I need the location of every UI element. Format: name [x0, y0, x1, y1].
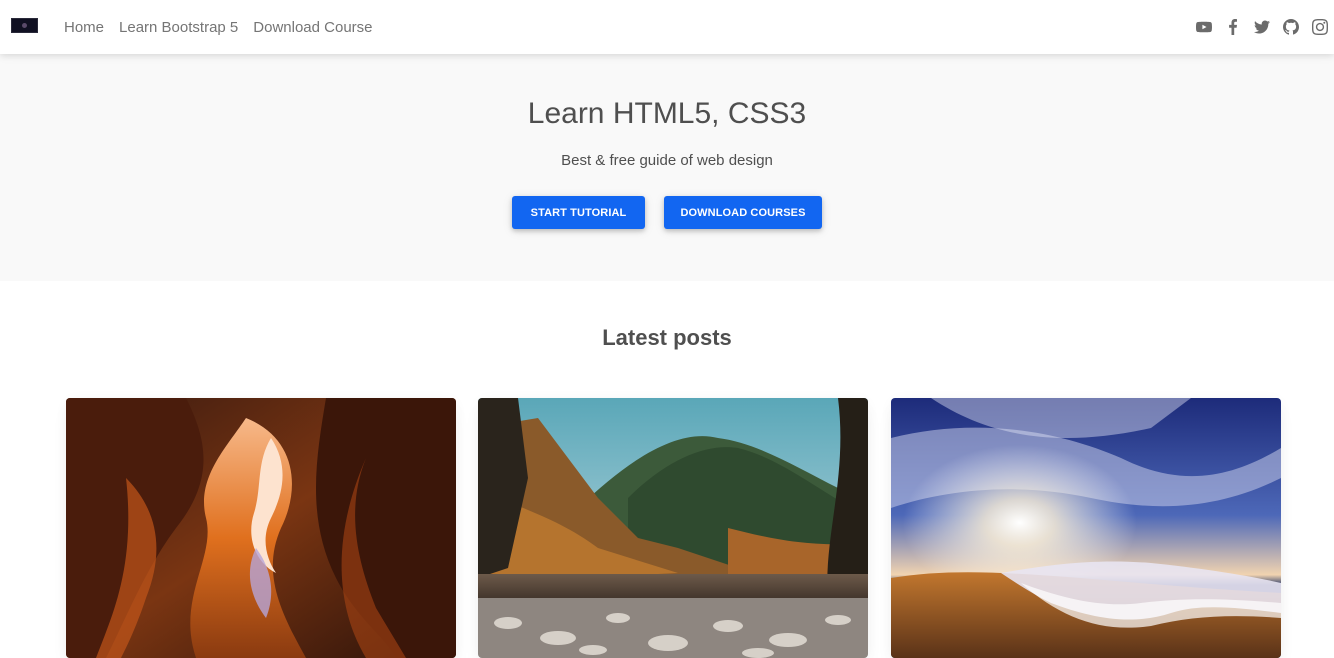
nav-link-learn-bootstrap[interactable]: Learn Bootstrap 5 — [119, 19, 238, 36]
hero-buttons: START TUTORIAL DOWNLOAD COURSES — [0, 196, 1334, 229]
hero-title: Learn HTML5, CSS3 — [527, 97, 807, 130]
canyon-photo — [66, 398, 456, 658]
nav-link-home[interactable]: Home — [64, 19, 104, 36]
post-card-canyon[interactable] — [66, 398, 456, 658]
hero-section: Learn HTML5, CSS3 Best & free guide of w… — [0, 54, 1334, 281]
brand-logo[interactable] — [11, 18, 38, 33]
download-courses-button[interactable]: DOWNLOAD COURSES — [664, 196, 822, 229]
start-tutorial-button[interactable]: START TUTORIAL — [512, 196, 645, 229]
nav-links: Home Learn Bootstrap 5 Download Course — [64, 0, 388, 54]
twitter-icon[interactable] — [1254, 19, 1270, 35]
navbar: Home Learn Bootstrap 5 Download Course — [0, 0, 1334, 54]
instagram-icon[interactable] — [1312, 19, 1328, 35]
facebook-icon[interactable] — [1225, 19, 1241, 35]
hero-subtitle: Best & free guide of web design — [561, 152, 773, 169]
nav-link-download-course[interactable]: Download Course — [253, 19, 372, 36]
post-card-beach[interactable] — [891, 398, 1281, 658]
github-icon[interactable] — [1283, 19, 1299, 35]
latest-posts-title: Latest posts — [602, 325, 732, 350]
forest-river-photo — [478, 398, 868, 658]
youtube-icon[interactable] — [1196, 19, 1212, 35]
beach-sunset-photo — [891, 398, 1281, 658]
social-links — [1183, 0, 1328, 54]
post-card-forest[interactable] — [478, 398, 868, 658]
